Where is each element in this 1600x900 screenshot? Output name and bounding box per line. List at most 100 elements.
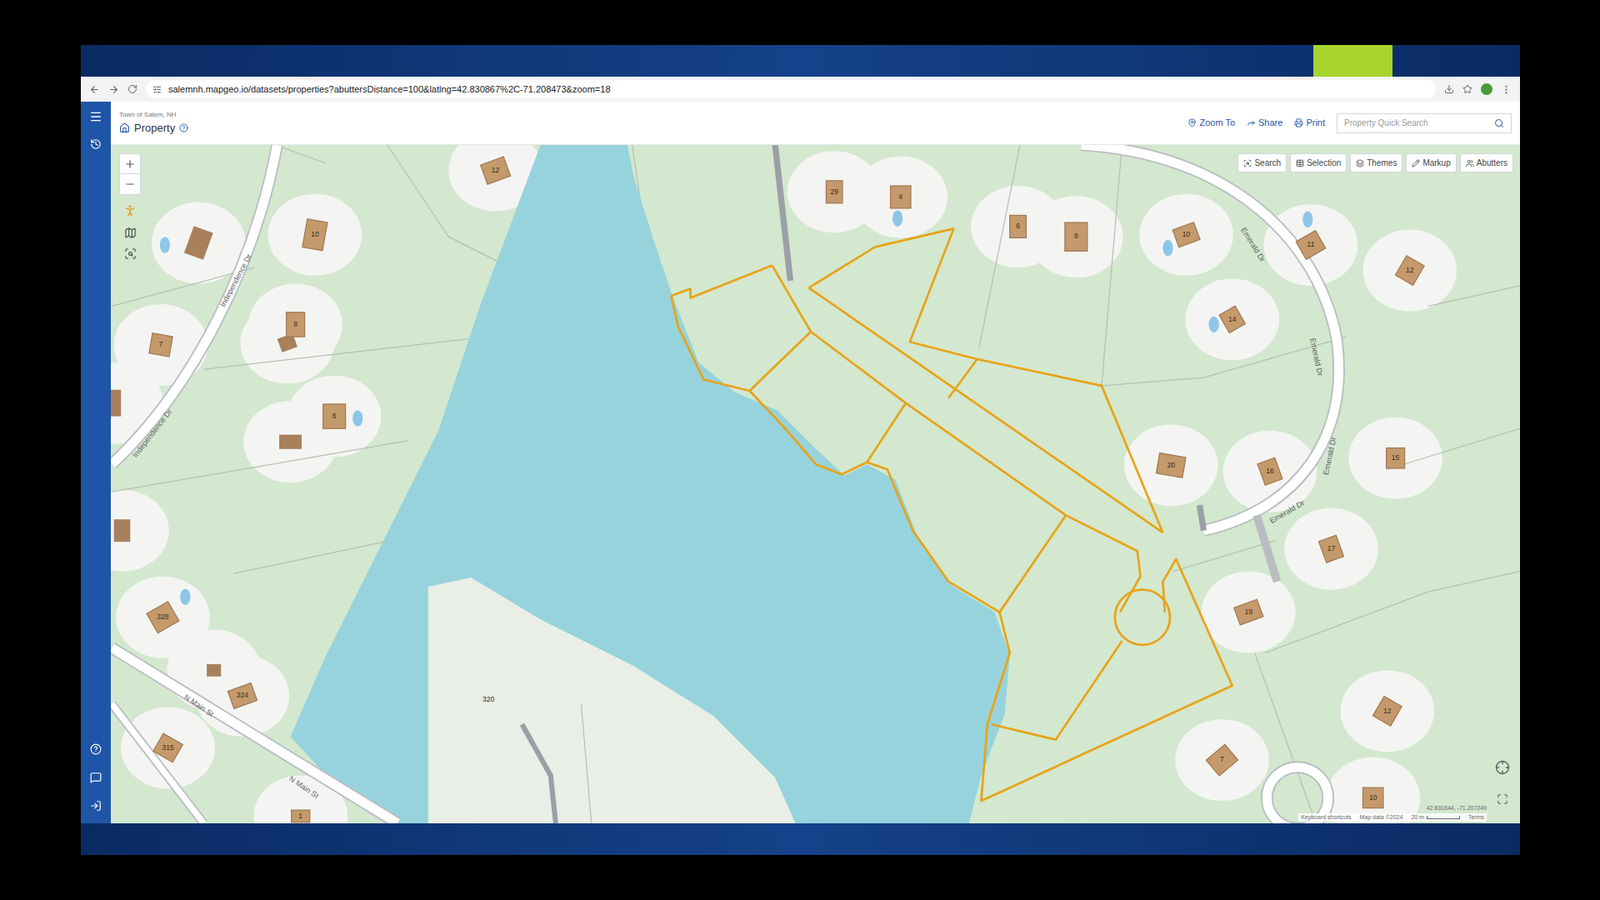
title-help-icon[interactable]	[179, 123, 189, 133]
parcel-label: 1	[298, 811, 303, 820]
recenter-icon[interactable]	[1495, 760, 1510, 775]
green-block	[1313, 45, 1393, 77]
quick-search[interactable]: Property Quick Search	[1336, 113, 1512, 134]
fullscreen-icon[interactable]	[1496, 793, 1509, 805]
map-tool-button[interactable]: Themes	[1350, 153, 1403, 173]
building[interactable]	[1319, 535, 1345, 563]
bottom-band	[80, 823, 1520, 855]
building[interactable]	[480, 156, 511, 185]
building[interactable]	[291, 810, 310, 823]
building[interactable]	[1219, 305, 1245, 333]
street-label: Emerald Dr	[1321, 435, 1338, 475]
parcel-label: 12	[1405, 265, 1415, 275]
map-tool-button[interactable]: Markup	[1405, 153, 1456, 173]
parcel-label: 12	[491, 165, 500, 175]
parcel-label: 320	[482, 695, 495, 704]
search-icon[interactable]	[1494, 118, 1505, 129]
attribution: 42.831644, -71.207249Keyboard shortcutsM…	[1298, 804, 1487, 822]
parcel-label: 16	[1265, 466, 1275, 475]
sidebar	[80, 101, 111, 824]
parcel-label: 315	[161, 743, 175, 752]
basemap-icon[interactable]	[124, 226, 137, 240]
building[interactable]	[1257, 457, 1283, 485]
selected-parcels[interactable]	[670, 228, 1232, 801]
street-label: N Main St	[182, 692, 215, 719]
minus-icon[interactable]	[124, 178, 136, 190]
map-tool-button[interactable]: Abutters	[1460, 153, 1514, 173]
building[interactable]	[149, 333, 173, 357]
zoom-controls	[119, 153, 141, 260]
history-icon[interactable]	[90, 138, 102, 150]
login-icon[interactable]	[90, 800, 102, 812]
parcel-label: 20	[1166, 460, 1175, 470]
forward-icon[interactable]	[108, 84, 120, 95]
header-action[interactable]: Print	[1294, 115, 1325, 130]
hamburger-icon[interactable]	[89, 110, 103, 124]
building[interactable]	[146, 601, 180, 634]
building[interactable]	[1386, 448, 1405, 469]
zoom-in-button[interactable]	[120, 154, 140, 175]
parcel-label: 4	[898, 192, 903, 201]
building[interactable]	[1362, 787, 1383, 808]
building[interactable]	[1155, 453, 1186, 479]
parcel-label: 29	[830, 187, 839, 196]
header-action[interactable]: Zoom To	[1187, 115, 1235, 130]
plus-icon[interactable]	[124, 158, 136, 170]
map-tool-button[interactable]: Selection	[1290, 153, 1347, 173]
parcel-label: 7	[159, 340, 164, 349]
map-tool-button[interactable]: Search	[1237, 153, 1287, 173]
parcel-label: 10	[1369, 793, 1378, 802]
building[interactable]	[1065, 222, 1088, 251]
chat-icon[interactable]	[90, 771, 102, 784]
map-toolbar: SearchSelectionThemesMarkupAbutters	[1237, 153, 1514, 173]
parcel-label: 6	[332, 411, 337, 420]
street-label: Emerald Dr	[1239, 225, 1267, 264]
header-action[interactable]: Share	[1246, 115, 1283, 130]
home-icon[interactable]	[119, 122, 130, 134]
address-bar[interactable]: salemnh.mapgeo.io/datasets/properties?ab…	[145, 80, 1436, 99]
building[interactable]	[153, 733, 184, 763]
top-letterbox	[0, 0, 1600, 45]
building[interactable]	[1395, 255, 1425, 286]
map-canvas[interactable]: 1210876328324315132029468101112142016151…	[110, 145, 1520, 824]
install-icon[interactable]	[1444, 84, 1455, 95]
building[interactable]	[1205, 744, 1238, 776]
roads	[111, 145, 1339, 824]
building[interactable]	[1234, 599, 1264, 625]
bookmark-icon[interactable]	[1462, 84, 1473, 95]
profile-icon[interactable]	[1480, 83, 1493, 95]
street-label: Emerald Dr	[1308, 337, 1325, 377]
building[interactable]	[1295, 230, 1326, 260]
street-label: N Main St	[287, 774, 320, 800]
help-icon[interactable]	[90, 743, 102, 755]
video-frame: salemnh.mapgeo.io/datasets/properties?ab…	[80, 45, 1520, 855]
town-name: Town of Salem, NH	[119, 110, 189, 120]
site-settings-icon[interactable]	[152, 85, 162, 95]
building[interactable]	[1172, 222, 1200, 248]
pegman-icon[interactable]	[122, 203, 138, 219]
coordinates: 42.831644, -71.207249	[1426, 804, 1487, 814]
building[interactable]	[302, 219, 328, 251]
extent-icon[interactable]	[124, 247, 137, 260]
bottom-letterbox	[0, 855, 1600, 900]
menu-icon[interactable]	[1500, 84, 1512, 95]
building[interactable]	[323, 404, 346, 429]
parcel-label: 8	[293, 320, 298, 329]
building[interactable]	[227, 683, 257, 710]
parcel-label: 11	[1307, 240, 1315, 249]
building[interactable]	[825, 180, 843, 204]
parcel-label: 10	[310, 230, 320, 239]
building[interactable]	[1010, 215, 1027, 238]
lake	[290, 145, 1010, 824]
parcel-label: 6	[1015, 221, 1020, 230]
map[interactable]: 1210876328324315132029468101112142016151…	[110, 145, 1520, 824]
building[interactable]	[890, 185, 910, 209]
zoom-out-button[interactable]	[120, 174, 140, 195]
map-corner-controls	[1495, 760, 1510, 805]
back-icon[interactable]	[89, 84, 100, 95]
building[interactable]	[286, 312, 305, 337]
parcel-label: 324	[236, 690, 250, 700]
reload-icon[interactable]	[127, 84, 138, 95]
top-band	[80, 45, 1520, 77]
building[interactable]	[1372, 696, 1402, 727]
